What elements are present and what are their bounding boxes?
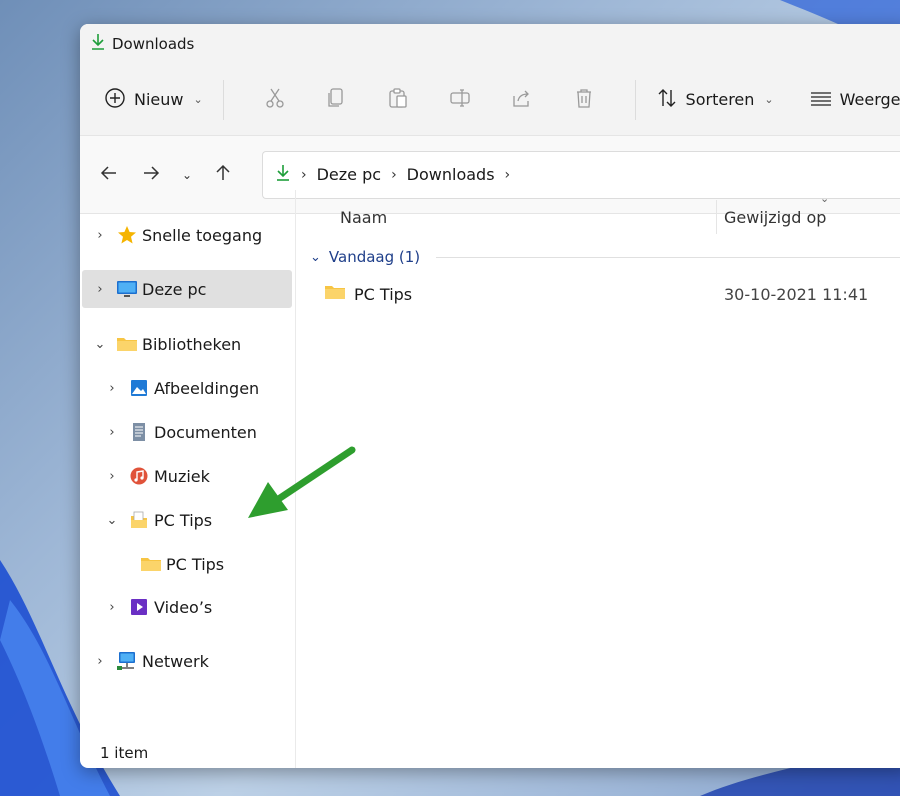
column-header-modified[interactable]: Gewijzigd op: [724, 208, 826, 227]
breadcrumb-downloads[interactable]: Downloads: [407, 165, 495, 184]
title-bar: Downloads: [80, 24, 900, 64]
annotation-arrow-icon: [248, 446, 356, 518]
file-modified-date: 30-10-2021 11:41: [724, 284, 869, 304]
column-divider[interactable]: [716, 200, 717, 234]
group-header-today[interactable]: ⌄ Vandaag (1): [310, 248, 900, 266]
view-button-label: Weergev: [839, 90, 900, 109]
status-bar: 1 item: [100, 744, 149, 762]
folder-icon: [324, 283, 346, 305]
cut-button[interactable]: [244, 87, 306, 113]
sidebar-item-label: PC Tips: [154, 510, 213, 530]
video-icon: [126, 597, 152, 617]
download-icon: [90, 33, 106, 55]
share-icon: [511, 87, 533, 113]
sidebar-item-label: Documenten: [154, 422, 257, 442]
file-list: Naam Gewijzigd op ⌄ ⌄ Vandaag (1) PC Tip…: [296, 190, 900, 768]
sort-button[interactable]: Sorteren ⌄: [656, 87, 774, 113]
chevron-down-icon: ⌄: [764, 93, 774, 106]
sidebar-item-libraries[interactable]: ⌄ Bibliotheken: [82, 325, 292, 363]
window-title: Downloads: [112, 35, 195, 53]
sidebar-item-label: Bibliotheken: [142, 334, 242, 354]
breadcrumb-deze-pc[interactable]: Deze pc: [317, 165, 381, 184]
trash-icon: [573, 87, 595, 113]
chevron-right-icon: ›: [301, 166, 307, 183]
sidebar-item-label: PC Tips: [166, 554, 225, 574]
column-header-name[interactable]: Naam: [340, 208, 387, 227]
download-icon: [275, 164, 291, 186]
rename-icon: [449, 87, 471, 113]
chevron-right-icon[interactable]: ›: [92, 228, 108, 243]
sidebar-item-network[interactable]: › Netwerk: [82, 642, 292, 680]
chevron-down-icon[interactable]: ⌄: [104, 513, 120, 528]
delete-button[interactable]: [553, 87, 615, 113]
sidebar-item-videos[interactable]: › Video’s: [82, 588, 292, 626]
content-area: › Snelle toegang › Deze pc ⌄ Bibliotheke…: [80, 190, 900, 768]
file-name: PC Tips: [354, 284, 413, 304]
sidebar-item-quick-access[interactable]: › Snelle toegang: [82, 216, 292, 254]
sort-arrows-icon: [656, 87, 678, 113]
chevron-right-icon[interactable]: ›: [92, 654, 108, 669]
scissors-icon: [264, 87, 286, 113]
sidebar-item-label: Netwerk: [142, 651, 209, 671]
sidebar-item-label: Afbeeldingen: [154, 378, 260, 398]
chevron-right-icon[interactable]: ›: [92, 282, 108, 297]
recent-locations-button[interactable]: ⌄: [172, 168, 202, 182]
arrow-right-icon: [142, 163, 160, 187]
library-folder-icon: [126, 510, 152, 530]
chevron-right-icon[interactable]: ›: [391, 167, 397, 183]
clipboard-icon: [387, 87, 409, 113]
star-icon: [114, 225, 140, 245]
toolbar-divider: [634, 79, 636, 120]
arrow-left-icon: [100, 163, 118, 187]
sidebar-item-label: Snelle toegang: [142, 225, 263, 245]
chevron-right-icon[interactable]: ›: [104, 381, 120, 396]
sidebar-item-label: Video’s: [154, 597, 213, 617]
chevron-down-icon: ⌄: [181, 167, 193, 182]
sort-chevron-icon: ⌄: [820, 192, 830, 205]
new-button-label: Nieuw: [134, 90, 184, 109]
chevron-down-icon[interactable]: ⌄: [310, 250, 321, 265]
document-icon: [126, 422, 152, 442]
column-headers: Naam Gewijzigd op ⌄: [296, 190, 900, 244]
pictures-icon: [126, 378, 152, 398]
up-button[interactable]: [202, 163, 244, 187]
view-button[interactable]: Weergev: [810, 87, 900, 113]
new-button[interactable]: Nieuw ⌄: [104, 87, 203, 113]
plus-circle-icon: [104, 87, 126, 113]
arrow-up-icon: [214, 163, 232, 187]
chevron-down-icon: ⌄: [193, 93, 203, 106]
chevron-down-icon[interactable]: ⌄: [92, 337, 108, 352]
sort-button-label: Sorteren: [685, 90, 755, 109]
chevron-right-icon[interactable]: ›: [104, 425, 120, 440]
group-divider: [436, 256, 900, 258]
chevron-right-icon[interactable]: ›: [505, 167, 511, 183]
paste-button[interactable]: [367, 87, 429, 113]
list-view-icon: [810, 87, 832, 113]
folder-icon: [138, 555, 164, 573]
copy-button[interactable]: [305, 87, 367, 113]
share-button[interactable]: [491, 87, 553, 113]
back-button[interactable]: [88, 163, 130, 187]
folder-icon: [114, 335, 140, 353]
group-label: Vandaag (1): [328, 248, 421, 266]
sidebar-item-label: Deze pc: [142, 279, 207, 299]
rename-button[interactable]: [429, 87, 491, 113]
music-icon: [126, 466, 152, 486]
command-bar: Nieuw ⌄ Sorteren ⌄ Weerge: [80, 64, 900, 136]
sidebar-item-label: Muziek: [154, 466, 210, 486]
monitor-icon: [114, 279, 140, 299]
chevron-right-icon[interactable]: ›: [104, 469, 120, 484]
file-explorer-window: Downloads Nieuw ⌄ Sorteren ⌄ Weerge ⌄ › …: [80, 24, 900, 768]
network-icon: [114, 651, 140, 671]
sidebar-item-pictures[interactable]: › Afbeeldingen: [82, 369, 292, 407]
list-item[interactable]: PC Tips 30-10-2021 11:41: [324, 278, 900, 310]
sidebar-item-this-pc[interactable]: › Deze pc: [82, 270, 292, 308]
chevron-right-icon[interactable]: ›: [104, 600, 120, 615]
sidebar-item-pc-tips-folder[interactable]: PC Tips: [82, 545, 292, 583]
toolbar-divider: [222, 79, 224, 120]
forward-button[interactable]: [130, 163, 172, 187]
copy-icon: [325, 87, 347, 113]
